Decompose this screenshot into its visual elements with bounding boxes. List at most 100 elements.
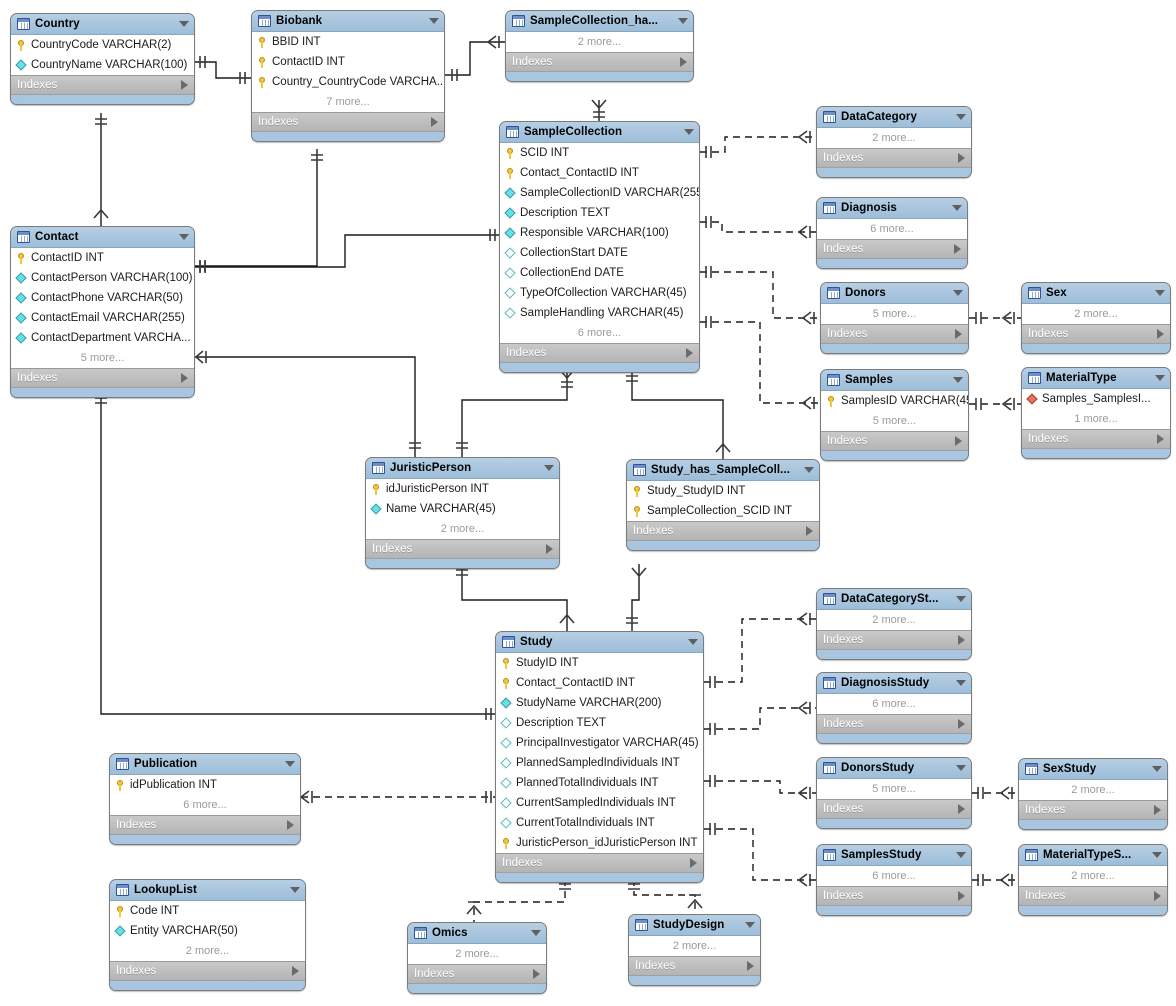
table-omics[interactable]: Omics 2 more... Indexes xyxy=(407,922,547,994)
more-columns-label[interactable]: 5 more... xyxy=(821,411,968,431)
chevron-down-icon[interactable] xyxy=(678,18,688,24)
table-header-sex[interactable]: Sex xyxy=(1022,283,1170,304)
table-study_has_samplecoll[interactable]: Study_has_SampleColl... Study_StudyID INT… xyxy=(626,459,820,551)
chevron-down-icon[interactable] xyxy=(684,129,694,135)
indexes-section-sexstudy[interactable]: Indexes xyxy=(1019,801,1167,820)
indexes-section-samplesstudy[interactable]: Indexes xyxy=(817,887,971,906)
table-datacategory[interactable]: DataCategory 2 more... Indexes xyxy=(816,106,972,178)
column-row[interactable]: CountryCode VARCHAR(2) xyxy=(11,35,194,55)
indexes-section-country[interactable]: Indexes xyxy=(11,76,194,95)
column-row[interactable]: CountryName VARCHAR(100) xyxy=(11,55,194,75)
column-row[interactable]: Description TEXT xyxy=(500,203,699,223)
more-columns-label[interactable]: 6 more... xyxy=(817,694,971,714)
table-header-omics[interactable]: Omics xyxy=(408,923,546,944)
more-columns-label[interactable]: 2 more... xyxy=(110,941,305,961)
expand-indexes-icon[interactable] xyxy=(287,820,294,830)
expand-indexes-icon[interactable] xyxy=(1154,891,1161,901)
column-row[interactable]: ContactID INT xyxy=(252,52,444,72)
indexes-section-materialtypestudy[interactable]: Indexes xyxy=(1019,887,1167,906)
table-datacategorystudy[interactable]: DataCategorySt... 2 more... Indexes xyxy=(816,588,972,660)
more-columns-label[interactable]: 2 more... xyxy=(817,128,971,148)
more-columns-label[interactable]: 7 more... xyxy=(252,92,444,112)
table-publication[interactable]: Publication idPublication INT 6 more... Ind… xyxy=(109,753,301,845)
expand-indexes-icon[interactable] xyxy=(958,719,965,729)
table-materialtype[interactable]: MaterialType Samples_SamplesI... 1 more...… xyxy=(1021,367,1171,459)
chevron-down-icon[interactable] xyxy=(956,765,966,771)
indexes-section-donors[interactable]: Indexes xyxy=(821,325,968,344)
indexes-section-biobank[interactable]: Indexes xyxy=(252,113,444,132)
table-sex[interactable]: Sex 2 more... Indexes xyxy=(1021,282,1171,354)
expand-indexes-icon[interactable] xyxy=(1154,805,1161,815)
chevron-down-icon[interactable] xyxy=(179,21,189,27)
indexes-section-samplecollection[interactable]: Indexes xyxy=(500,344,699,363)
chevron-down-icon[interactable] xyxy=(745,922,755,928)
column-row[interactable]: SampleCollection_SCID INT xyxy=(627,501,819,521)
more-columns-label[interactable]: 1 more... xyxy=(1022,409,1170,429)
chevron-down-icon[interactable] xyxy=(544,465,554,471)
expand-indexes-icon[interactable] xyxy=(546,544,553,554)
indexes-section-contact[interactable]: Indexes xyxy=(11,369,194,388)
expand-indexes-icon[interactable] xyxy=(806,526,813,536)
expand-indexes-icon[interactable] xyxy=(958,153,965,163)
table-header-materialtype[interactable]: MaterialType xyxy=(1022,368,1170,389)
more-columns-label[interactable]: 2 more... xyxy=(366,519,559,539)
more-columns-label[interactable]: 2 more... xyxy=(1022,304,1170,324)
table-samplesstudy[interactable]: SamplesStudy 6 more... Indexes xyxy=(816,844,972,916)
table-donorsstudy[interactable]: DonorsStudy 5 more... Indexes xyxy=(816,757,972,829)
chevron-down-icon[interactable] xyxy=(290,887,300,893)
table-header-publication[interactable]: Publication xyxy=(110,754,300,775)
indexes-section-juristicperson[interactable]: Indexes xyxy=(366,540,559,559)
table-juristicperson[interactable]: JuristicPerson idJuristicPerson INT Name V… xyxy=(365,457,560,569)
table-header-studydesign[interactable]: StudyDesign xyxy=(629,915,760,936)
column-row[interactable]: SampleCollectionID VARCHAR(255) xyxy=(500,183,699,203)
more-columns-label[interactable]: 2 more... xyxy=(629,936,760,956)
column-row[interactable]: SampleHandling VARCHAR(45) xyxy=(500,303,699,323)
more-columns-label[interactable]: 2 more... xyxy=(408,944,546,964)
column-row[interactable]: idJuristicPerson INT xyxy=(366,479,559,499)
eer-diagram-canvas[interactable]: .ln { stroke:#1a1a1a; stroke-width:1.4; … xyxy=(0,0,1176,1006)
expand-indexes-icon[interactable] xyxy=(955,436,962,446)
column-row[interactable]: idPublication INT xyxy=(110,775,300,795)
column-row[interactable]: Contact_ContactID INT xyxy=(500,163,699,183)
table-samplecollection_has[interactable]: SampleCollection_ha... 2 more... Indexes xyxy=(505,10,694,82)
column-row[interactable]: BBID INT xyxy=(252,32,444,52)
expand-indexes-icon[interactable] xyxy=(958,804,965,814)
expand-indexes-icon[interactable] xyxy=(1157,329,1164,339)
column-row[interactable]: TypeOfCollection VARCHAR(45) xyxy=(500,283,699,303)
column-row[interactable]: ContactDepartment VARCHA... xyxy=(11,328,194,348)
chevron-down-icon[interactable] xyxy=(953,290,963,296)
column-row[interactable]: ContactPhone VARCHAR(50) xyxy=(11,288,194,308)
indexes-section-diagnosis[interactable]: Indexes xyxy=(817,240,967,259)
table-lookuplist[interactable]: LookupList Code INT Entity VARCHAR(50) 2 mo… xyxy=(109,879,306,991)
indexes-section-datacategory[interactable]: Indexes xyxy=(817,149,971,168)
column-row[interactable]: SamplesID VARCHAR(45) xyxy=(821,391,968,411)
chevron-down-icon[interactable] xyxy=(1152,852,1162,858)
indexes-section-publication[interactable]: Indexes xyxy=(110,816,300,835)
table-diagnosis[interactable]: Diagnosis 6 more... Indexes xyxy=(816,197,968,269)
table-header-country[interactable]: Country xyxy=(11,14,194,35)
indexes-section-materialtype[interactable]: Indexes xyxy=(1022,430,1170,449)
expand-indexes-icon[interactable] xyxy=(958,891,965,901)
indexes-section-studydesign[interactable]: Indexes xyxy=(629,957,760,976)
more-columns-label[interactable]: 2 more... xyxy=(1019,780,1167,800)
column-row[interactable]: ContactID INT xyxy=(11,248,194,268)
more-columns-label[interactable]: 5 more... xyxy=(11,348,194,368)
column-row[interactable]: SCID INT xyxy=(500,143,699,163)
expand-indexes-icon[interactable] xyxy=(533,969,540,979)
chevron-down-icon[interactable] xyxy=(179,234,189,240)
chevron-down-icon[interactable] xyxy=(956,596,966,602)
column-row[interactable]: Description TEXT xyxy=(496,713,703,733)
column-row[interactable]: Contact_ContactID INT xyxy=(496,673,703,693)
table-samplecollection[interactable]: SampleCollection SCID INT Contact_ContactI… xyxy=(499,121,700,373)
table-contact[interactable]: Contact ContactID INT ContactPerson VARCHA… xyxy=(10,226,195,398)
column-row[interactable]: PrincipalInvestigator VARCHAR(45) xyxy=(496,733,703,753)
chevron-down-icon[interactable] xyxy=(1152,766,1162,772)
column-row[interactable]: PlannedSampledIndividuals INT xyxy=(496,753,703,773)
table-header-samples[interactable]: Samples xyxy=(821,370,968,391)
more-columns-label[interactable]: 5 more... xyxy=(817,779,971,799)
chevron-down-icon[interactable] xyxy=(956,114,966,120)
table-materialtypestudy[interactable]: MaterialTypeS... 2 more... Indexes xyxy=(1018,844,1168,916)
table-header-samplecollection[interactable]: SampleCollection xyxy=(500,122,699,143)
chevron-down-icon[interactable] xyxy=(956,680,966,686)
table-header-contact[interactable]: Contact xyxy=(11,227,194,248)
